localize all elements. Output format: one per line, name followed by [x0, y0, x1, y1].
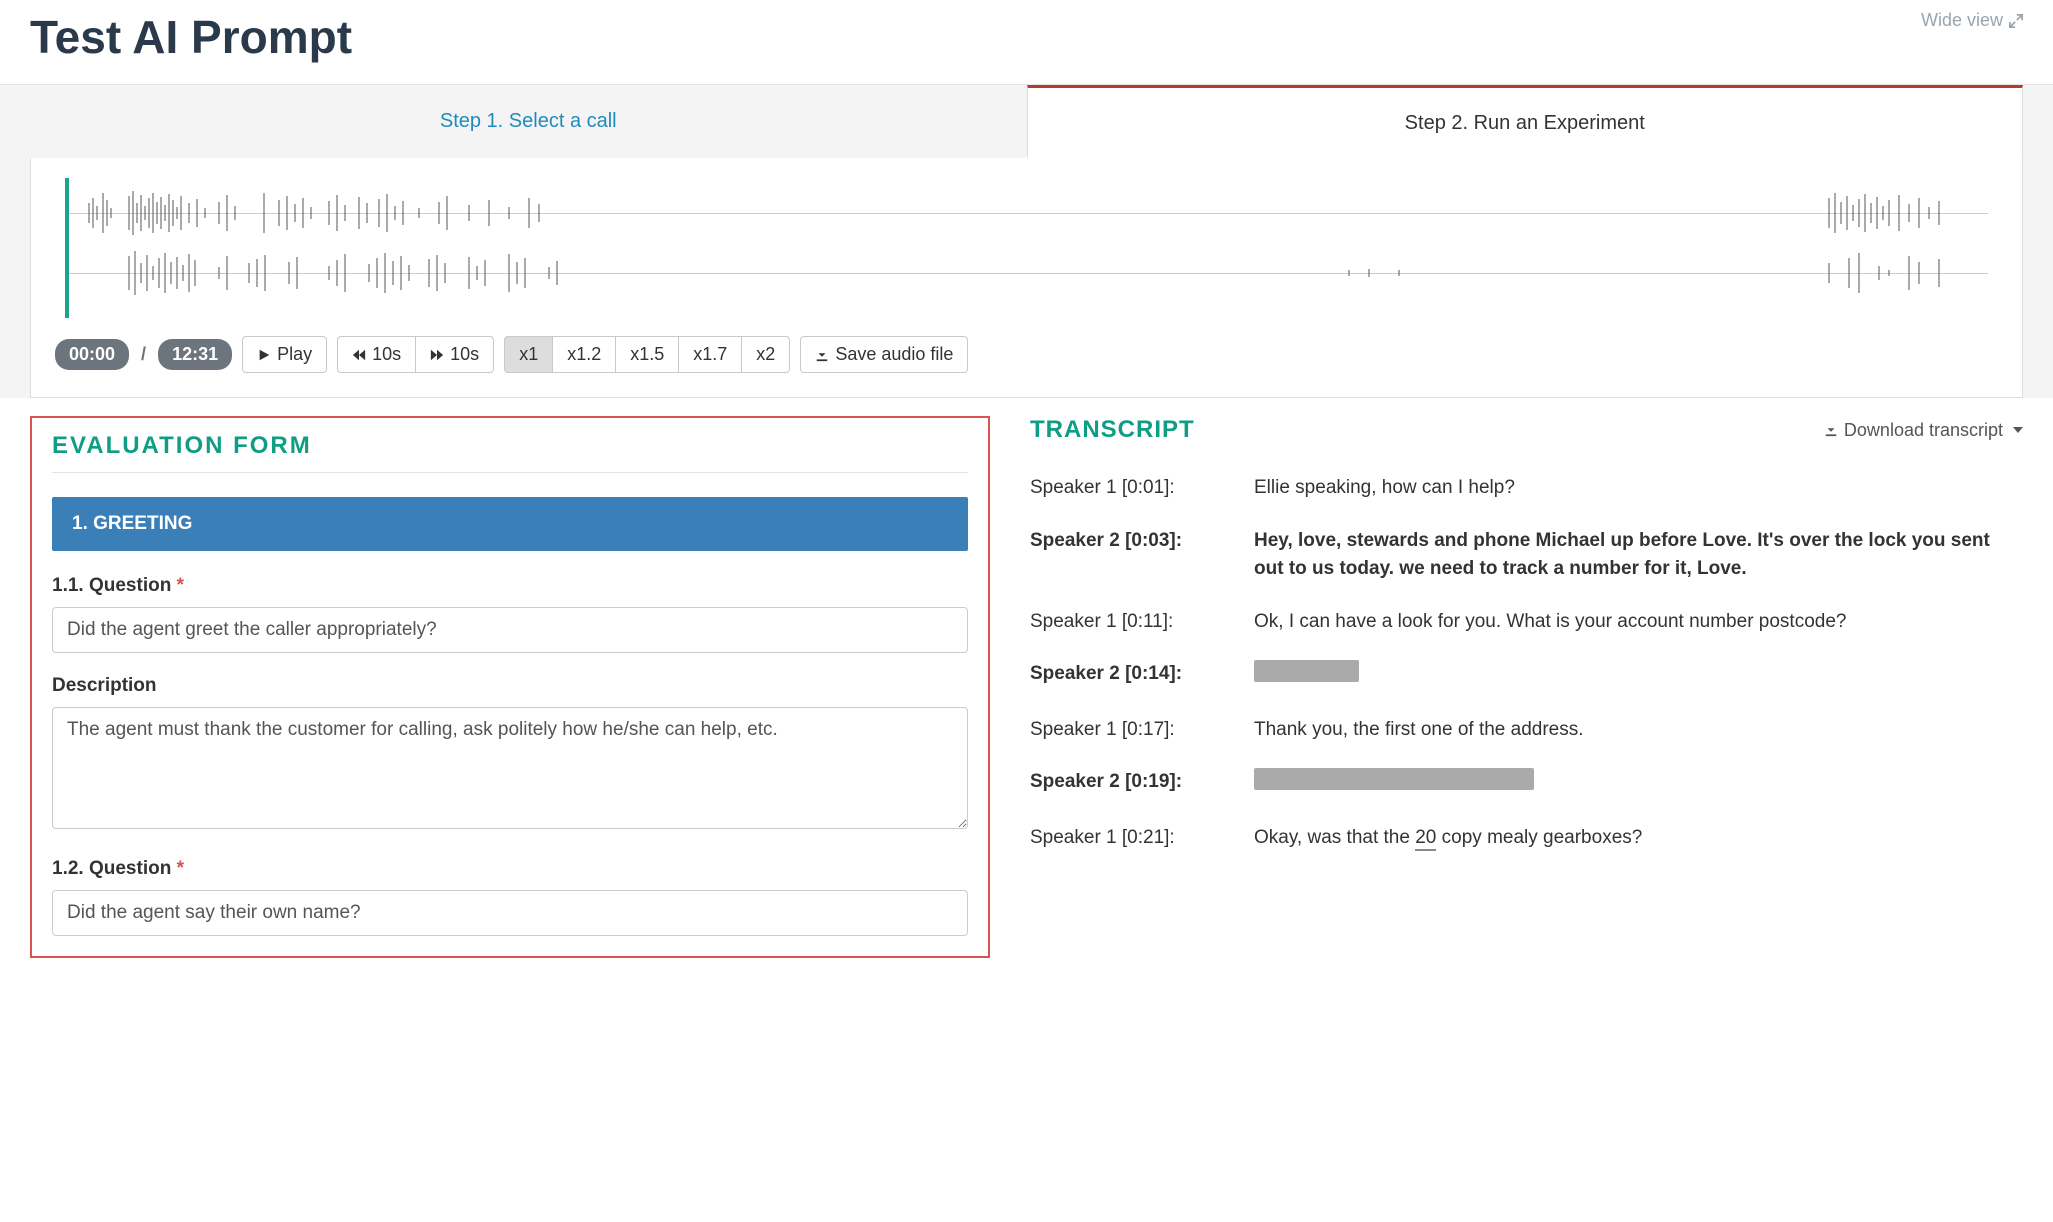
- transcript-text: [1254, 660, 2023, 692]
- expand-icon: [2009, 14, 2023, 28]
- forward-icon: [430, 348, 444, 362]
- seek-group: 10s 10s: [337, 336, 494, 373]
- speed-x1-5-button[interactable]: x1.5: [615, 336, 678, 373]
- download-transcript-dropdown[interactable]: Download transcript: [1824, 420, 2023, 441]
- transcript-row: Speaker 1 [0:21]: Okay, was that the 20 c…: [1030, 824, 2023, 853]
- caret-down-icon: [2013, 427, 2023, 433]
- transcript-row: Speaker 2 [0:19]:: [1030, 768, 2023, 800]
- transcript-text: [1254, 768, 2023, 800]
- transcript-text: Ok, I can have a look for you. What is y…: [1254, 608, 2023, 637]
- rewind-10s-button[interactable]: 10s: [337, 336, 415, 373]
- redacted-segment: [1254, 660, 1359, 682]
- transcript-speaker: Speaker 1 [0:01]:: [1030, 474, 1230, 503]
- play-button[interactable]: Play: [242, 336, 327, 373]
- evaluation-form-panel: EVALUATION FORM 1. GREETING 1.1. Questio…: [30, 416, 990, 958]
- download-icon: [1824, 423, 1838, 437]
- transcript-row: Speaker 2 [0:14]:: [1030, 660, 2023, 692]
- question-1-2-input[interactable]: [52, 890, 968, 936]
- play-icon: [257, 348, 271, 362]
- transcript-row: Speaker 2 [0:03]: Hey, love, stewards and…: [1030, 527, 2023, 584]
- tab-step-2[interactable]: Step 2. Run an Experiment: [1027, 85, 2024, 158]
- transcript-text: Hey, love, stewards and phone Michael up…: [1254, 527, 2023, 584]
- rewind-label: 10s: [372, 344, 401, 365]
- description-label: Description: [52, 675, 968, 697]
- speed-x1-2-button[interactable]: x1.2: [552, 336, 615, 373]
- evaluation-form-title: EVALUATION FORM: [52, 432, 968, 473]
- page-title: Test AI Prompt: [30, 10, 352, 64]
- wide-view-label: Wide view: [1921, 10, 2003, 31]
- audio-controls: 00:00 / 12:31 Play 10s 10s: [55, 336, 1998, 373]
- speed-x1-button[interactable]: x1: [504, 336, 552, 373]
- transcript-speaker: Speaker 1 [0:17]:: [1030, 716, 1230, 745]
- save-audio-label: Save audio file: [835, 344, 953, 365]
- waveform-track-1-baseline: [69, 213, 1988, 214]
- transcript-title: TRANSCRIPT: [1030, 416, 1195, 444]
- description-textarea[interactable]: [52, 707, 968, 829]
- forward-10s-button[interactable]: 10s: [415, 336, 494, 373]
- speed-group: x1x1.2x1.5x1.7x2: [504, 336, 790, 373]
- speed-x2-button[interactable]: x2: [741, 336, 790, 373]
- transcript-row: Speaker 1 [0:01]: Ellie speaking, how can…: [1030, 474, 2023, 503]
- section-greeting-header[interactable]: 1. GREETING: [52, 497, 968, 551]
- transcript-body: Speaker 1 [0:01]: Ellie speaking, how can…: [1030, 474, 2023, 852]
- redacted-segment: [1254, 768, 1534, 790]
- question-1-1-label: 1.1. Question *: [52, 575, 968, 597]
- time-separator: /: [139, 344, 148, 365]
- transcript-text: Thank you, the first one of the address.: [1254, 716, 2023, 745]
- wide-view-toggle[interactable]: Wide view: [1921, 10, 2023, 31]
- underlined-word: 20: [1415, 827, 1436, 851]
- question-1-2-label: 1.2. Question *: [52, 858, 968, 880]
- download-icon: [815, 348, 829, 362]
- transcript-speaker: Speaker 2 [0:19]:: [1030, 768, 1230, 800]
- waveform-track-2-baseline: [69, 273, 1988, 274]
- transcript-row: Speaker 1 [0:11]: Ok, I can have a look f…: [1030, 608, 2023, 637]
- waveform[interactable]: [55, 178, 1998, 318]
- step-tabs: Step 1. Select a call Step 2. Run an Exp…: [30, 85, 2023, 158]
- transcript-speaker: Speaker 1 [0:21]:: [1030, 824, 1230, 853]
- speed-x1-7-button[interactable]: x1.7: [678, 336, 741, 373]
- download-transcript-label: Download transcript: [1844, 420, 2003, 441]
- question-1-1-input[interactable]: [52, 607, 968, 653]
- tab-step-1[interactable]: Step 1. Select a call: [30, 85, 1027, 158]
- playhead[interactable]: [65, 178, 69, 318]
- transcript-text: Okay, was that the 20 copy mealy gearbox…: [1254, 824, 2023, 853]
- transcript-row: Speaker 1 [0:17]: Thank you, the first on…: [1030, 716, 2023, 745]
- rewind-icon: [352, 348, 366, 362]
- transcript-speaker: Speaker 1 [0:11]:: [1030, 608, 1230, 637]
- transcript-speaker: Speaker 2 [0:03]:: [1030, 527, 1230, 584]
- duration-pill: 12:31: [158, 339, 232, 370]
- current-time-pill: 00:00: [55, 339, 129, 370]
- transcript-speaker: Speaker 2 [0:14]:: [1030, 660, 1230, 692]
- forward-label: 10s: [450, 344, 479, 365]
- audio-panel: 00:00 / 12:31 Play 10s 10s: [30, 158, 2023, 398]
- transcript-text: Ellie speaking, how can I help?: [1254, 474, 2023, 503]
- save-audio-button[interactable]: Save audio file: [800, 336, 968, 373]
- play-label: Play: [277, 344, 312, 365]
